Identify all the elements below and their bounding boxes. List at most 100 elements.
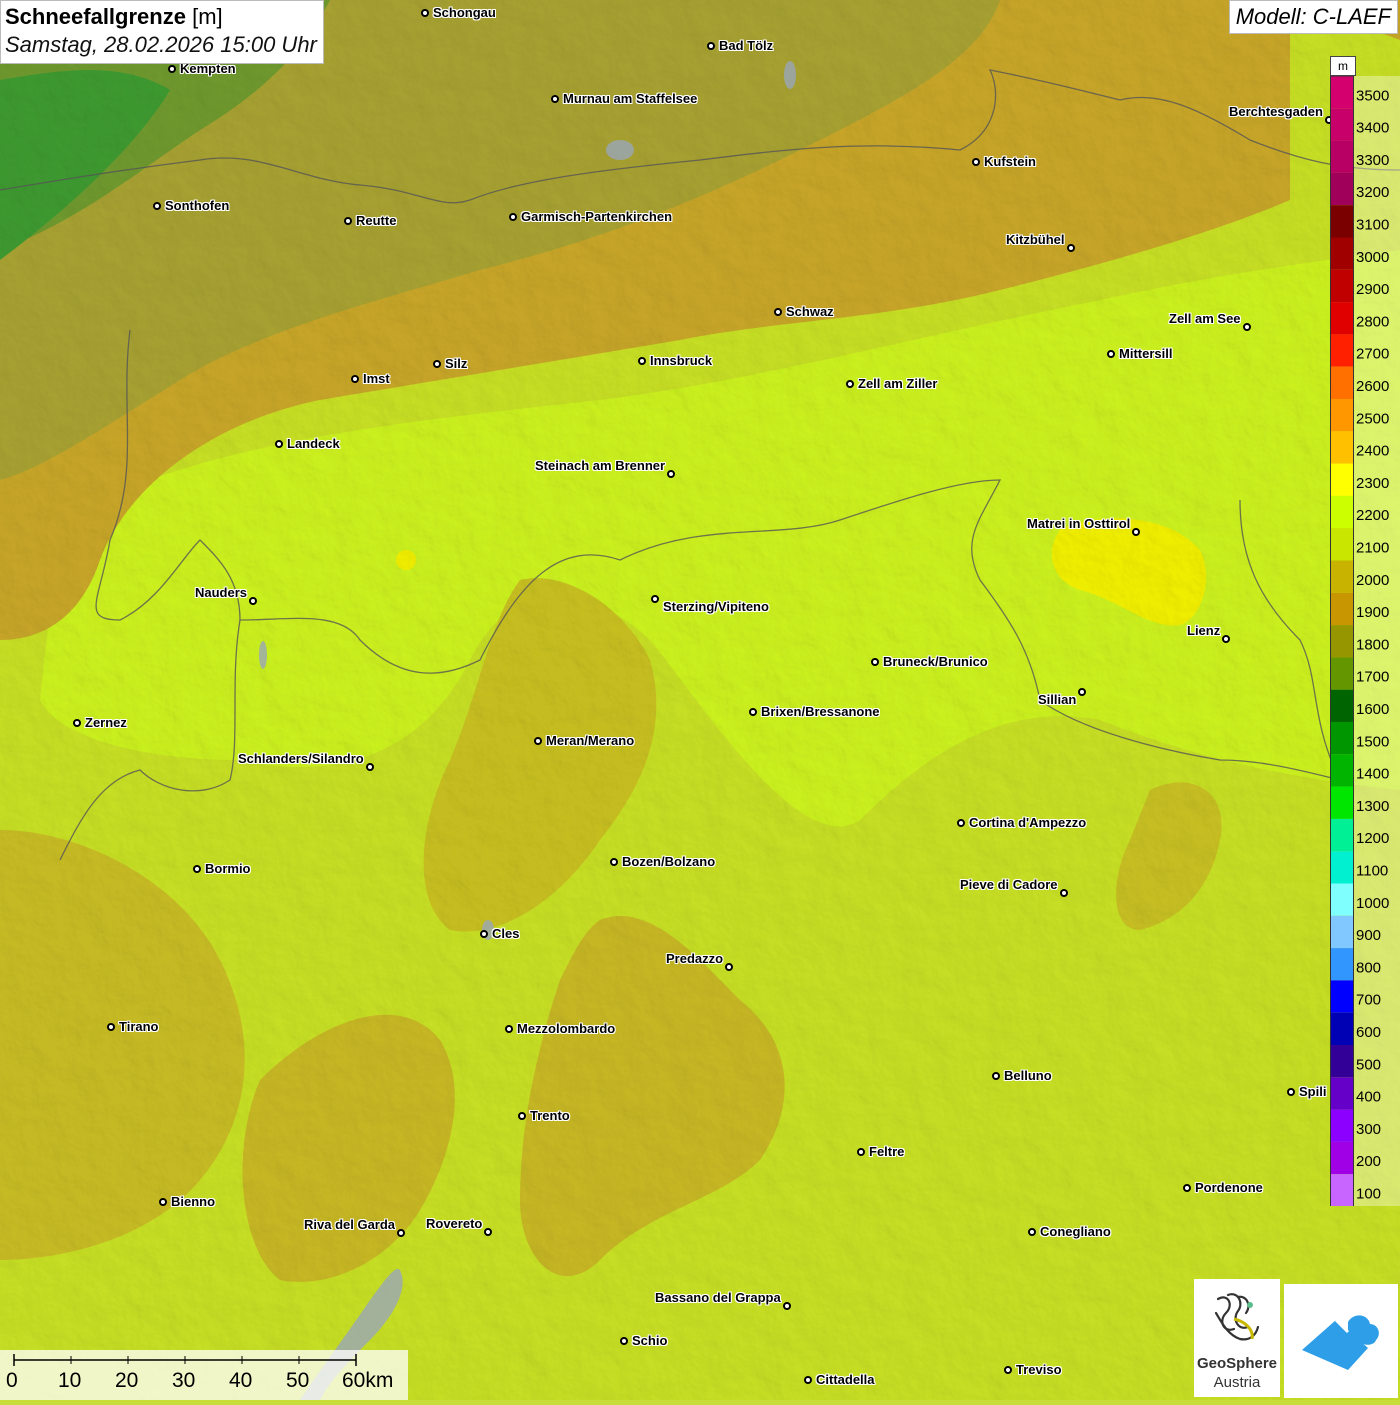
- city-label-bruneck-brunico: Bruneck/Brunico: [883, 654, 988, 669]
- legend-swatch-1300: [1330, 786, 1354, 819]
- city-label-bozen-bolzano: Bozen/Bolzano: [622, 854, 716, 869]
- city-marker-bozen-bolzano: [610, 858, 618, 866]
- city-marker-lienz: [1222, 635, 1230, 643]
- city-marker-zernez: [73, 719, 81, 727]
- city-marker-garmisch-partenkirchen: [509, 213, 517, 221]
- legend-swatch-2900: [1330, 269, 1354, 303]
- city-marker-conegliano: [1028, 1228, 1036, 1236]
- city-label-pordenone: Pordenone: [1195, 1180, 1263, 1195]
- legend-swatch-2400: [1330, 431, 1354, 464]
- city-label-silz: Silz: [445, 356, 468, 371]
- legend-label-900: 900: [1356, 927, 1381, 944]
- legend-label-1700: 1700: [1356, 669, 1389, 686]
- city-marker-sterzing-vipiteno: [651, 595, 659, 603]
- city-label-trento: Trento: [530, 1108, 570, 1123]
- city-label-matrei-in-osttirol: Matrei in Osttirol: [1027, 516, 1131, 531]
- city-marker-zell-am-see: [1243, 323, 1251, 331]
- city-marker-bruneck-brunico: [871, 658, 879, 666]
- map-datetime: Samstag, 28.02.2026 15:00 Uhr: [5, 32, 317, 57]
- legend-label-3000: 3000: [1356, 249, 1389, 266]
- legend-swatch-100: [1330, 1174, 1354, 1206]
- legend-label-800: 800: [1356, 959, 1381, 976]
- city-label-imst: Imst: [363, 371, 390, 386]
- legend-swatch-200: [1330, 1141, 1354, 1175]
- legend-label-2700: 2700: [1356, 346, 1389, 363]
- legend-label-1900: 1900: [1356, 604, 1389, 621]
- legend-label-2800: 2800: [1356, 313, 1389, 330]
- legend-label-1000: 1000: [1356, 895, 1389, 912]
- legend-swatch-2500: [1330, 399, 1354, 432]
- legend-label-3200: 3200: [1356, 184, 1389, 201]
- legend-swatch-3500: [1330, 76, 1354, 109]
- city-label-rovereto: Rovereto: [426, 1216, 483, 1231]
- legend-label-2000: 2000: [1356, 572, 1389, 589]
- legend-swatch-1500: [1330, 722, 1354, 755]
- legend-swatch-400: [1330, 1077, 1354, 1110]
- city-marker-sonthofen: [153, 202, 161, 210]
- city-label-bassano-del-grappa: Bassano del Grappa: [655, 1290, 781, 1305]
- legend-label-1500: 1500: [1356, 733, 1389, 750]
- city-label-belluno: Belluno: [1004, 1068, 1052, 1083]
- legend-label-1200: 1200: [1356, 830, 1389, 847]
- legend-swatch-500: [1330, 1045, 1354, 1078]
- scale-label-10: 10: [58, 1369, 82, 1392]
- scale-label-60km: 60km: [342, 1369, 394, 1392]
- legend-unit: m: [1330, 56, 1356, 76]
- scale-label-30: 30: [172, 1369, 196, 1392]
- city-label-conegliano: Conegliano: [1040, 1224, 1111, 1239]
- legend-swatch-2300: [1330, 463, 1354, 496]
- legend-label-1100: 1100: [1356, 863, 1388, 880]
- city-marker-mittersill: [1107, 350, 1115, 358]
- city-marker-bienno: [159, 1198, 167, 1206]
- city-label-murnau-am-staffelsee: Murnau am Staffelsee: [563, 91, 698, 106]
- city-marker-landeck: [275, 440, 283, 448]
- city-marker-spili: [1287, 1088, 1295, 1096]
- city-marker-brixen-bressanone: [749, 708, 757, 716]
- city-label-zell-am-see: Zell am See: [1169, 311, 1241, 326]
- legend-label-1300: 1300: [1356, 798, 1389, 815]
- city-marker-pordenone: [1183, 1184, 1191, 1192]
- city-marker-schio: [620, 1337, 628, 1345]
- legend-swatch-2800: [1330, 302, 1354, 335]
- city-label-bienno: Bienno: [171, 1194, 216, 1209]
- weather-app-logo[interactable]: [1284, 1284, 1398, 1398]
- mountain-cloud-icon: [1302, 1315, 1379, 1370]
- geosphere-logo[interactable]: GeoSphere Austria: [1194, 1279, 1280, 1397]
- city-label-cles: Cles: [492, 926, 520, 941]
- city-marker-cittadella: [804, 1376, 812, 1384]
- city-marker-sillian: [1078, 688, 1086, 696]
- city-marker-nauders: [249, 597, 257, 605]
- legend-label-2900: 2900: [1356, 281, 1389, 298]
- city-label-steinach-am-brenner: Steinach am Brenner: [535, 458, 666, 473]
- city-marker-mezzolombardo: [505, 1025, 513, 1033]
- city-label-sterzing-vipiteno: Sterzing/Vipiteno: [663, 599, 769, 614]
- geosphere-logo-text: GeoSphere: [1196, 1355, 1278, 1372]
- city-marker-kitzb-hel: [1067, 244, 1075, 252]
- legend-label-200: 200: [1356, 1153, 1381, 1170]
- legend-label-3100: 3100: [1356, 217, 1389, 234]
- legend-label-300: 300: [1356, 1121, 1381, 1138]
- city-marker-schwaz: [774, 308, 782, 316]
- city-label-kitzb-hel: Kitzbühel: [1006, 232, 1065, 247]
- legend-label-2600: 2600: [1356, 378, 1389, 395]
- city-label-schlanders-silandro: Schlanders/Silandro: [238, 751, 364, 766]
- city-marker-bormio: [193, 865, 201, 873]
- geosphere-logo-icon: [1214, 1293, 1260, 1341]
- city-label-feltre: Feltre: [869, 1144, 905, 1159]
- legend-label-1600: 1600: [1356, 701, 1389, 718]
- city-label-garmisch-partenkirchen: Garmisch-Partenkirchen: [521, 209, 673, 224]
- map-title: Schneefallgrenze: [5, 4, 186, 29]
- city-marker-rovereto: [484, 1228, 492, 1236]
- city-marker-imst: [351, 375, 359, 383]
- city-label-bormio: Bormio: [205, 861, 251, 876]
- scale-label-20: 20: [115, 1369, 139, 1392]
- legend-swatch-600: [1330, 1012, 1354, 1045]
- city-marker-cles: [480, 930, 488, 938]
- city-label-landeck: Landeck: [287, 436, 340, 451]
- city-marker-feltre: [857, 1148, 865, 1156]
- legend-swatch-700: [1330, 980, 1354, 1013]
- legend-swatch-800: [1330, 948, 1354, 981]
- city-marker-predazzo: [725, 963, 733, 971]
- legend-swatch-1700: [1330, 657, 1354, 690]
- city-label-spili: Spili: [1299, 1084, 1327, 1099]
